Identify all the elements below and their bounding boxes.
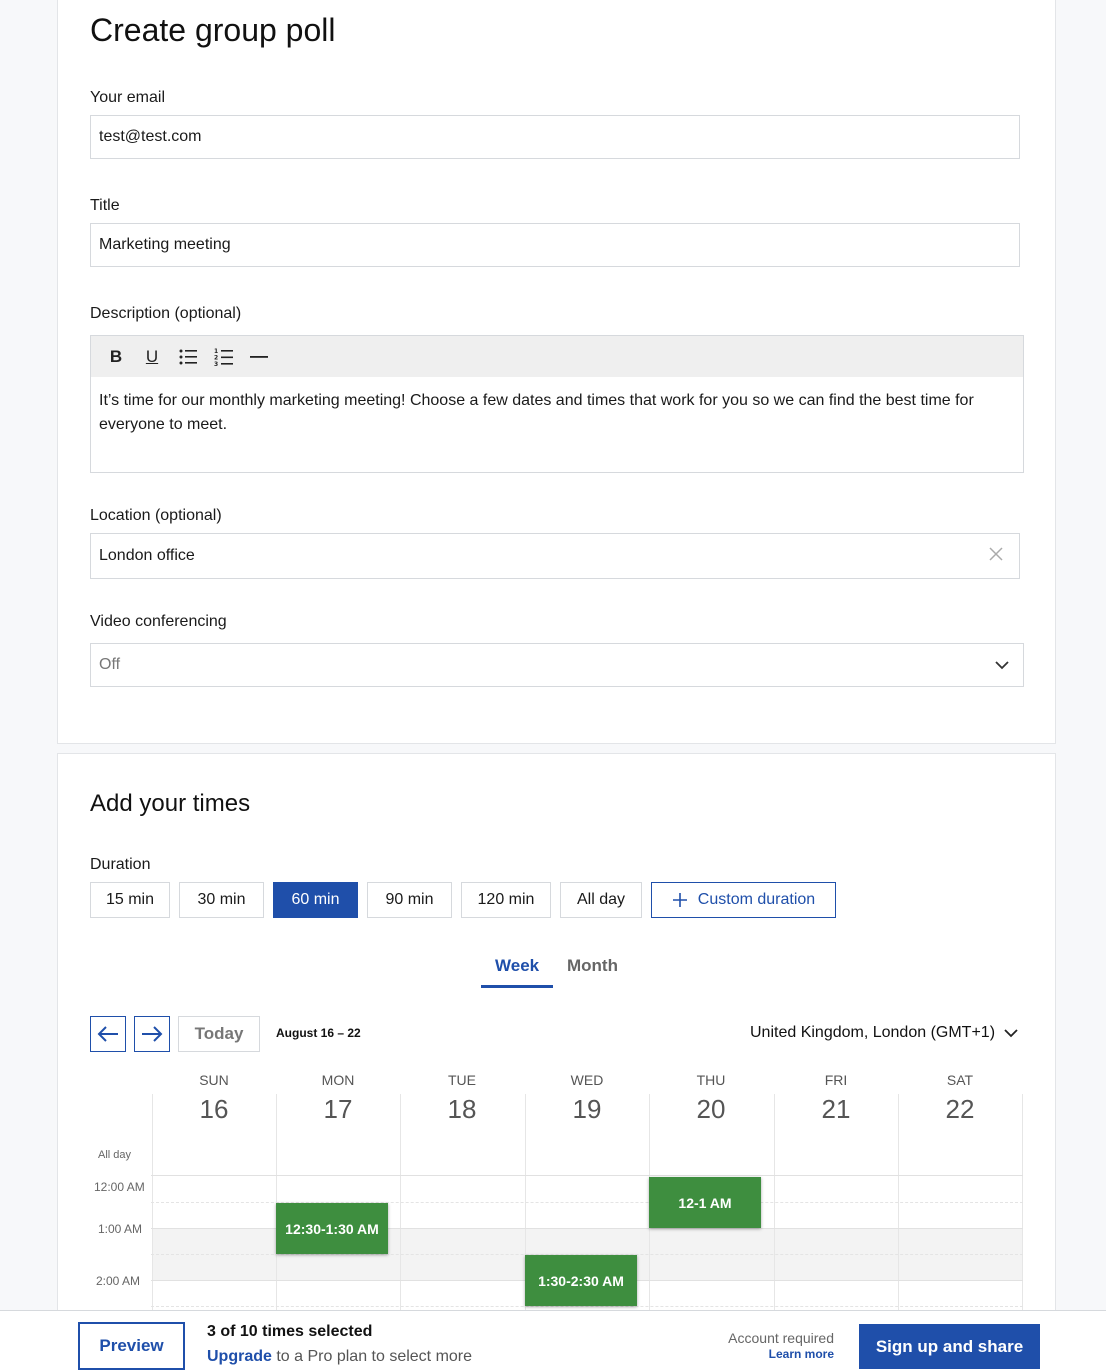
location-field[interactable]: London office <box>90 533 1020 579</box>
description-label: Description (optional) <box>90 305 242 322</box>
title-value: Marketing meeting <box>99 236 231 253</box>
tab-week[interactable]: Week <box>495 956 539 976</box>
day-header-mon: MON 17 <box>276 1072 400 1125</box>
all-day-label: All day <box>98 1149 132 1161</box>
day-number: 16 <box>199 1094 229 1124</box>
day-name: SUN <box>199 1072 229 1088</box>
selected-count: 3 of 10 times selected <box>207 1323 373 1340</box>
arrow-left-icon <box>97 1026 118 1042</box>
active-tab-indicator <box>481 985 553 988</box>
horizontal-rule-icon[interactable] <box>249 346 271 368</box>
video-value: Off <box>99 656 121 673</box>
grid-line <box>152 1094 153 1314</box>
day-number: 21 <box>821 1094 851 1124</box>
time-slot-event[interactable]: 12:30-1:30 AM <box>276 1203 388 1254</box>
day-number: 22 <box>945 1094 975 1124</box>
previous-week-button[interactable] <box>90 1016 126 1052</box>
duration-15-button[interactable]: 15 min <box>90 882 170 918</box>
time-label: 1:00 AM <box>98 1222 143 1236</box>
grid-line <box>151 1306 1023 1307</box>
video-label: Video conferencing <box>90 613 227 630</box>
location-value: London office <box>99 547 195 564</box>
email-label: Your email <box>90 89 166 106</box>
page-title: Create group poll <box>90 12 336 48</box>
video-conferencing-select[interactable]: Off <box>90 643 1024 687</box>
day-header-fri: FRI 21 <box>774 1072 898 1125</box>
time-slot-event[interactable]: 12-1 AM <box>649 1177 761 1228</box>
chevron-down-icon <box>1004 1029 1018 1038</box>
numbered-list-icon[interactable]: 123 <box>213 346 235 368</box>
email-field[interactable]: test@test.com <box>90 115 1020 159</box>
day-name: WED <box>570 1072 604 1088</box>
account-required-text: Account required <box>728 1330 834 1346</box>
day-name: MON <box>321 1072 355 1088</box>
grid-line <box>774 1094 775 1314</box>
editor-toolbar: B U 123 <box>90 335 1024 377</box>
custom-duration-button[interactable]: Custom duration <box>651 882 836 918</box>
duration-90-button[interactable]: 90 min <box>367 882 452 918</box>
custom-duration-label: Custom duration <box>697 891 816 908</box>
day-name: TUE <box>448 1072 476 1088</box>
title-field[interactable]: Marketing meeting <box>90 223 1020 267</box>
learn-more-link[interactable]: Learn more <box>769 1347 834 1361</box>
grid-line <box>151 1175 1023 1176</box>
grid-line <box>1022 1094 1023 1314</box>
preview-button[interactable]: Preview <box>78 1322 185 1370</box>
duration-all-day-button[interactable]: All day <box>560 882 642 918</box>
bold-button[interactable]: B <box>105 346 127 368</box>
upgrade-message: Upgrade to a Pro plan to select more <box>207 1348 472 1366</box>
day-header-sun: SUN 16 <box>152 1072 276 1125</box>
day-header-tue: TUE 18 <box>400 1072 524 1125</box>
tab-month[interactable]: Month <box>567 956 618 976</box>
sign-up-and-share-button[interactable]: Sign up and share <box>859 1324 1040 1369</box>
duration-60-button[interactable]: 60 min <box>273 882 358 918</box>
arrow-right-icon <box>142 1026 163 1042</box>
today-button[interactable]: Today <box>178 1016 260 1052</box>
next-week-button[interactable] <box>134 1016 170 1052</box>
footer-bar: Preview 3 of 10 times selected Upgrade t… <box>0 1310 1106 1372</box>
time-label: 12:00 AM <box>94 1180 145 1194</box>
day-header-thu: THU 20 <box>649 1072 773 1125</box>
create-poll-card: Create group poll Your email test@test.c… <box>57 0 1056 744</box>
day-number: 17 <box>323 1094 353 1124</box>
date-range: August 16 – 22 <box>276 1026 361 1040</box>
day-name: FRI <box>824 1072 848 1088</box>
duration-120-button[interactable]: 120 min <box>461 882 551 918</box>
add-times-card: Add your times Duration 15 min 30 min 60… <box>57 753 1056 1372</box>
times-title: Add your times <box>90 790 251 817</box>
day-header-wed: WED 19 <box>525 1072 649 1125</box>
timezone-value: United Kingdom, London (GMT+1) <box>750 1024 996 1041</box>
title-label: Title <box>90 197 120 214</box>
day-header-sat: SAT 22 <box>898 1072 1022 1125</box>
day-number: 20 <box>696 1094 726 1124</box>
time-label: 2:00 AM <box>96 1274 141 1288</box>
day-number: 18 <box>447 1094 477 1124</box>
time-slot-event[interactable]: 1:30-2:30 AM <box>525 1255 637 1306</box>
location-label: Location (optional) <box>90 507 222 524</box>
day-number: 19 <box>572 1094 602 1124</box>
description-editor[interactable]: It’s time for our monthly marketing meet… <box>90 377 1024 473</box>
upgrade-link[interactable]: Upgrade <box>207 1348 272 1365</box>
clear-icon[interactable] <box>987 546 1005 564</box>
upgrade-text: to a Pro plan to select more <box>276 1348 473 1365</box>
day-name: SAT <box>946 1072 974 1088</box>
chevron-down-icon <box>993 656 1011 674</box>
day-name: THU <box>696 1072 726 1088</box>
svg-text:3: 3 <box>214 361 218 367</box>
duration-label: Duration <box>90 856 151 873</box>
duration-30-button[interactable]: 30 min <box>179 882 264 918</box>
email-value: test@test.com <box>99 128 202 145</box>
grid-line <box>400 1094 401 1314</box>
timezone-select[interactable]: United Kingdom, London (GMT+1) <box>750 1024 1019 1042</box>
underline-button[interactable]: U <box>141 346 163 368</box>
bullet-list-icon[interactable] <box>177 346 199 368</box>
plus-icon <box>672 893 687 907</box>
grid-line <box>898 1094 899 1314</box>
